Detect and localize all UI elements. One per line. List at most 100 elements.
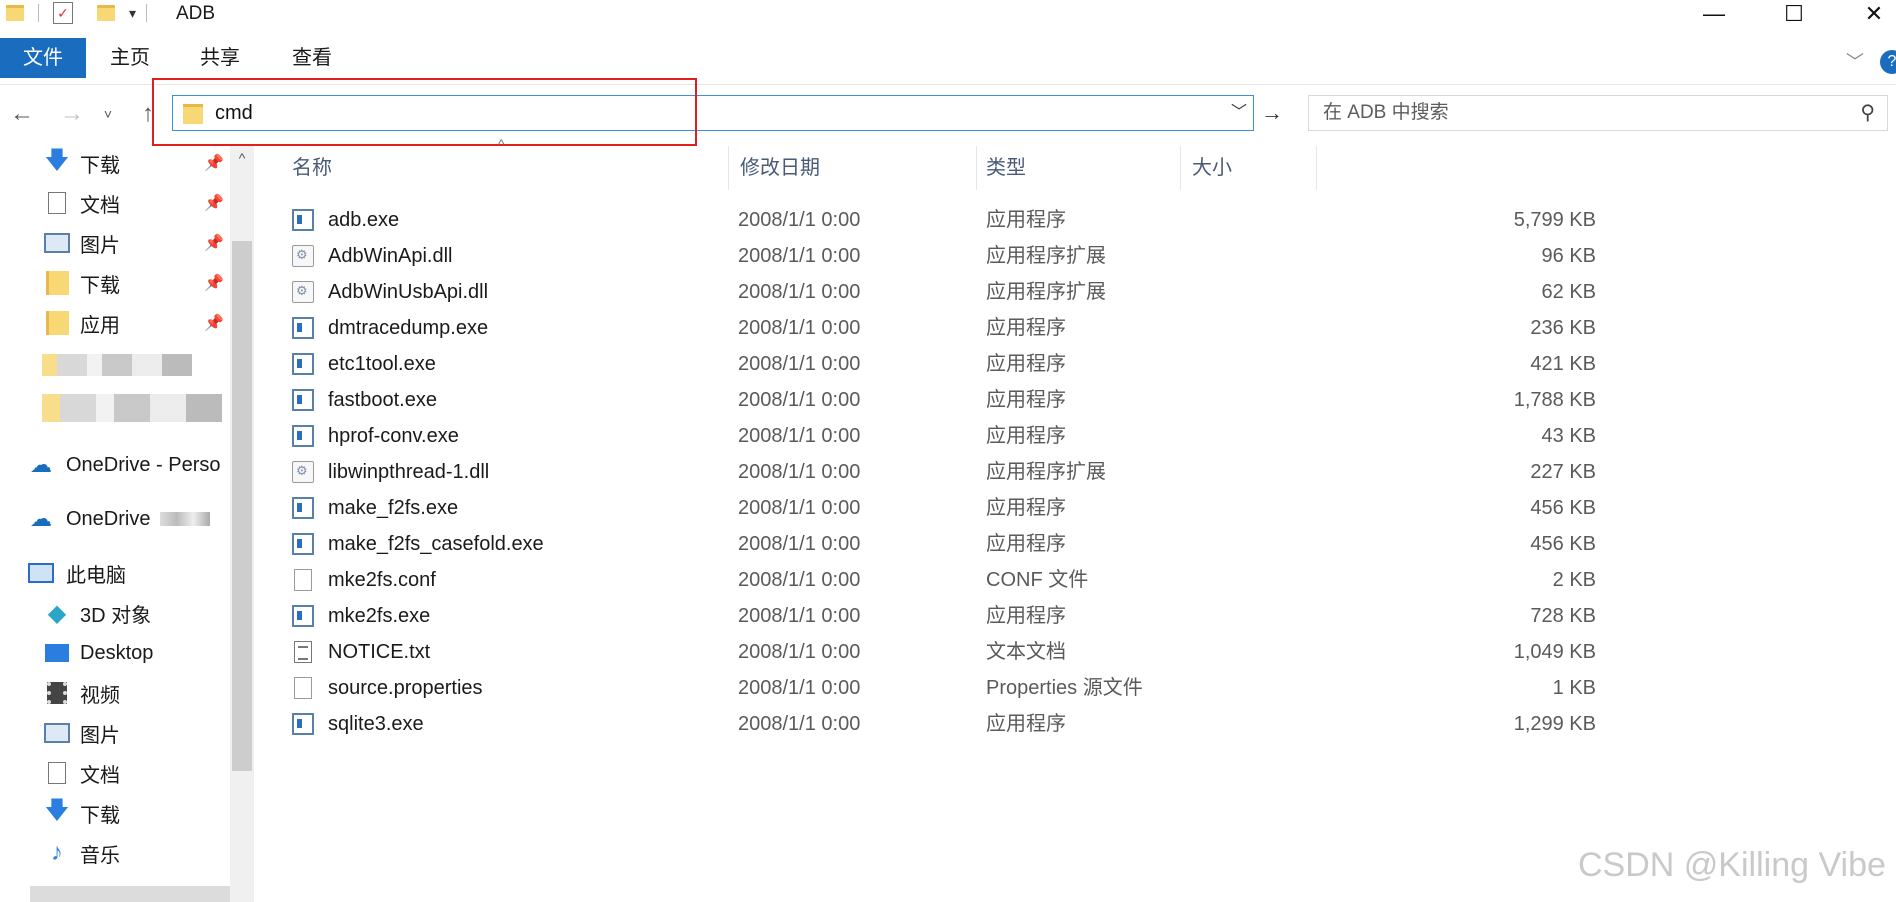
file-row[interactable]: mke2fs.conf 2008/1/1 0:00 CONF 文件 2 KB xyxy=(292,562,1596,598)
nav-item-desktop[interactable]: Desktop xyxy=(0,636,230,670)
file-type: 文本文档 xyxy=(986,641,1066,663)
file-row[interactable]: fastboot.exe 2008/1/1 0:00 应用程序 1,788 KB xyxy=(292,382,1596,418)
file-row[interactable]: mke2fs.exe 2008/1/1 0:00 应用程序 728 KB xyxy=(292,598,1596,634)
file-name: AdbWinUsbApi.dll xyxy=(328,281,489,303)
video-icon xyxy=(44,681,70,705)
close-button[interactable]: ✕ xyxy=(1844,0,1896,28)
file-row[interactable]: make_f2fs.exe 2008/1/1 0:00 应用程序 456 KB xyxy=(292,490,1596,526)
file-modified-date: 2008/1/1 0:00 xyxy=(738,425,861,447)
file-name: adb.exe xyxy=(328,209,400,231)
pin-icon[interactable]: 📌 xyxy=(204,313,224,333)
dll-gear-file-icon xyxy=(292,245,314,267)
nav-item-downloads-folder[interactable]: 下载 📌 xyxy=(0,266,230,300)
file-row[interactable]: make_f2fs_casefold.exe 2008/1/1 0:00 应用程序 4… xyxy=(292,526,1596,562)
properties-checkmark-icon[interactable]: ✓ xyxy=(53,2,73,24)
nav-item-downloads[interactable]: 🡇 下载 📌 xyxy=(0,146,230,180)
file-modified-date: 2008/1/1 0:00 xyxy=(738,389,861,411)
tab-home[interactable]: 主页 xyxy=(100,38,160,78)
file-row[interactable]: adb.exe 2008/1/1 0:00 应用程序 5,799 KB xyxy=(292,202,1596,238)
file-size: 227 KB xyxy=(1530,461,1596,483)
forward-arrow-icon[interactable]: → xyxy=(56,96,88,132)
document-icon xyxy=(44,191,70,215)
new-folder-icon[interactable] xyxy=(97,5,115,21)
column-header-size[interactable]: 大小 xyxy=(1192,146,1232,190)
column-header-name[interactable]: 名称 xyxy=(292,146,332,190)
nav-item-pictures-pc[interactable]: 图片 xyxy=(0,716,230,750)
document-icon xyxy=(44,761,70,785)
column-header-date[interactable]: 修改日期 xyxy=(740,146,820,190)
nav-item-documents-pc[interactable]: 文档 xyxy=(0,756,230,790)
back-arrow-icon[interactable]: ← xyxy=(6,96,38,132)
nav-item-3d-objects[interactable]: ◆ 3D 对象 xyxy=(0,596,230,630)
pin-icon[interactable]: 📌 xyxy=(204,153,224,173)
nav-item-onedrive-personal[interactable]: ☁ OneDrive - Perso xyxy=(0,448,230,482)
pin-icon[interactable]: 📌 xyxy=(204,193,224,213)
nav-item-videos[interactable]: 视频 xyxy=(0,676,230,710)
pin-icon[interactable]: 📌 xyxy=(204,273,224,293)
file-size: 2 KB xyxy=(1552,569,1596,591)
customize-toolbar-dropdown-icon[interactable]: ▾ xyxy=(129,5,136,22)
file-name: make_f2fs.exe xyxy=(328,497,459,519)
redacted-nav-item xyxy=(42,354,192,376)
file-modified-date: 2008/1/1 0:00 xyxy=(738,713,861,735)
application-file-icon xyxy=(292,389,314,411)
nav-item-downloads-pc[interactable]: 🡇 下载 xyxy=(0,796,230,830)
nav-item-pictures[interactable]: 图片 📌 xyxy=(0,226,230,260)
sort-ascending-caret-icon: ^ xyxy=(498,136,505,152)
text-file-icon xyxy=(294,641,312,663)
download-arrow-icon: 🡇 xyxy=(44,796,70,824)
column-divider[interactable] xyxy=(976,146,977,190)
file-row[interactable]: source.properties 2008/1/1 0:00 Properties… xyxy=(292,670,1596,706)
tab-share[interactable]: 共享 xyxy=(190,38,250,78)
expand-ribbon-chevron-icon[interactable]: ﹀ xyxy=(1846,48,1864,74)
nav-item-music[interactable]: ♪ 音乐 xyxy=(0,836,230,870)
file-name: NOTICE.txt xyxy=(328,641,431,663)
nav-item-label: 下载 xyxy=(80,274,120,297)
go-arrow-icon[interactable]: → xyxy=(1258,95,1286,131)
nav-item-label: 文档 xyxy=(80,194,120,217)
separator xyxy=(146,4,148,22)
nav-item-this-pc[interactable]: 此电脑 xyxy=(0,556,230,590)
ribbon-tabs: 文件 主页 共享 查看 xyxy=(0,38,1896,78)
folder-icon xyxy=(44,311,70,335)
file-size: 62 KB xyxy=(1541,281,1596,303)
search-box[interactable]: 在 ADB 中搜索 ⚲ xyxy=(1308,95,1888,131)
nav-pane-scrollbar[interactable]: ^ xyxy=(230,146,254,902)
maximize-button[interactable]: ☐ xyxy=(1764,0,1824,28)
tab-file[interactable]: 文件 xyxy=(0,38,86,78)
nav-item-apps-folder[interactable]: 应用 📌 xyxy=(0,306,230,340)
file-name: mke2fs.exe xyxy=(328,605,431,627)
file-modified-date: 2008/1/1 0:00 xyxy=(738,353,861,375)
column-divider[interactable] xyxy=(728,146,729,190)
column-divider[interactable] xyxy=(1316,146,1317,190)
onedrive-cloud-icon: ☁ xyxy=(30,452,52,477)
file-modified-date: 2008/1/1 0:00 xyxy=(738,209,861,231)
file-row[interactable]: etc1tool.exe 2008/1/1 0:00 应用程序 421 KB xyxy=(292,346,1596,382)
tab-view[interactable]: 查看 xyxy=(282,38,342,78)
nav-item-documents[interactable]: 文档 📌 xyxy=(0,186,230,220)
file-row[interactable]: AdbWinUsbApi.dll2008/1/1 0:00应用程序扩展62 KB xyxy=(292,274,1596,310)
file-row[interactable]: libwinpthread-1.dll2008/1/1 0:00应用程序扩展22… xyxy=(292,454,1596,490)
recent-locations-chevron-icon[interactable]: ˅ xyxy=(98,96,118,132)
file-type: 应用程序 xyxy=(986,389,1066,411)
file-row[interactable]: hprof-conv.exe 2008/1/1 0:00 应用程序 43 KB xyxy=(292,418,1596,454)
file-size: 5,799 KB xyxy=(1513,209,1596,231)
file-row[interactable]: sqlite3.exe 2008/1/1 0:00 应用程序 1,299 KB xyxy=(292,706,1596,742)
minimize-button[interactable]: — xyxy=(1684,0,1744,28)
pin-icon[interactable]: 📌 xyxy=(204,233,224,253)
scrollbar-thumb[interactable] xyxy=(232,241,252,771)
file-modified-date: 2008/1/1 0:00 xyxy=(738,245,861,267)
address-dropdown-chevron-icon[interactable]: ﹀ xyxy=(1231,96,1247,130)
file-row[interactable]: NOTICE.txt 2008/1/1 0:00 文本文档 1,049 KB xyxy=(292,634,1596,670)
download-arrow-icon: 🡇 xyxy=(44,146,70,174)
file-row[interactable]: AdbWinApi.dll2008/1/1 0:00应用程序扩展96 KB xyxy=(292,238,1596,274)
column-divider[interactable] xyxy=(1180,146,1181,190)
file-modified-date: 2008/1/1 0:00 xyxy=(738,497,861,519)
search-icon[interactable]: ⚲ xyxy=(1860,96,1875,130)
file-modified-date: 2008/1/1 0:00 xyxy=(738,461,861,483)
column-header-type[interactable]: 类型 xyxy=(986,146,1026,190)
file-row[interactable]: dmtracedump.exe 2008/1/1 0:00 应用程序 236 KB xyxy=(292,310,1596,346)
partially-visible-drive-item[interactable] xyxy=(30,886,230,902)
scroll-up-arrow-icon[interactable]: ^ xyxy=(230,150,254,166)
nav-item-onedrive[interactable]: ☁ OneDrive xyxy=(0,502,230,536)
